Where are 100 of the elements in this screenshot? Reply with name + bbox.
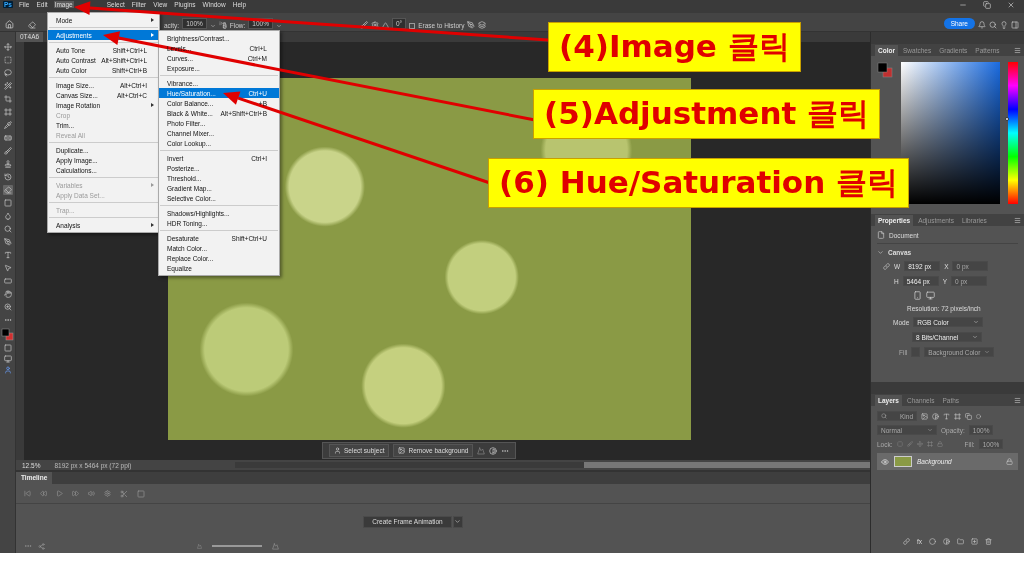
contrast-icon[interactable] xyxy=(932,412,939,420)
eyedropper-icon xyxy=(3,121,12,129)
marquee-icon xyxy=(3,56,12,64)
adjustment-icon[interactable] xyxy=(943,538,951,545)
tool-button[interactable] xyxy=(2,224,13,234)
tool-button[interactable] xyxy=(2,237,13,247)
brush-icon[interactable] xyxy=(359,21,368,29)
tool-button[interactable] xyxy=(2,94,13,104)
color-swatches-icon[interactable] xyxy=(1,328,14,341)
scrollbar[interactable] xyxy=(235,462,870,468)
frame-icon[interactable] xyxy=(954,412,961,420)
minimize-icon[interactable] xyxy=(959,1,967,9)
link-icon[interactable] xyxy=(883,262,890,270)
image-icon[interactable] xyxy=(921,412,928,420)
lasso-icon xyxy=(3,69,12,77)
eraser-icon[interactable] xyxy=(28,21,36,29)
tool-button[interactable] xyxy=(2,263,13,273)
search-icon[interactable] xyxy=(989,21,997,29)
settings-icon[interactable] xyxy=(370,21,379,29)
hue-slider[interactable] xyxy=(1008,62,1018,204)
image-icon xyxy=(398,447,406,454)
callout-label: (4)Image 클릭 xyxy=(548,22,801,72)
tool-button[interactable] xyxy=(2,107,13,117)
move-icon xyxy=(3,43,12,51)
tool-button[interactable] xyxy=(2,185,13,195)
dropdown-button[interactable] xyxy=(452,515,463,528)
tool-button[interactable] xyxy=(2,302,13,312)
previous-frame-icon[interactable] xyxy=(40,490,47,497)
zoom-icon xyxy=(3,303,12,311)
contrast-icon[interactable] xyxy=(489,446,498,455)
crop-icon xyxy=(3,95,12,103)
bell-icon[interactable] xyxy=(978,21,986,29)
new-layer-icon[interactable] xyxy=(971,538,979,545)
close-icon[interactable] xyxy=(1007,1,1015,9)
home-icon[interactable] xyxy=(5,20,14,29)
droplet-icon xyxy=(3,212,12,220)
chevron-down-icon[interactable] xyxy=(877,249,884,256)
person-icon xyxy=(334,447,341,454)
search-icon xyxy=(881,413,887,419)
eraser-icon xyxy=(3,186,12,194)
tool-button[interactable] xyxy=(2,146,13,156)
user-icon[interactable] xyxy=(3,366,12,374)
play-icon[interactable] xyxy=(56,490,63,497)
caret-icon[interactable] xyxy=(209,23,216,29)
document-icon[interactable] xyxy=(877,231,885,239)
tool-button[interactable] xyxy=(2,133,13,143)
tool-button[interactable] xyxy=(2,211,13,221)
submenu-arrow-icon xyxy=(151,18,154,22)
tool-button[interactable] xyxy=(2,42,13,52)
landscape-icon[interactable] xyxy=(926,291,935,300)
lightbulb-icon[interactable] xyxy=(1000,21,1008,29)
tool-button[interactable] xyxy=(2,55,13,65)
wand-icon xyxy=(3,82,12,90)
menu-icon[interactable] xyxy=(1014,216,1021,224)
tool-button[interactable] xyxy=(2,68,13,78)
tool-button[interactable] xyxy=(2,120,13,130)
pen-icon xyxy=(3,238,12,246)
caret-icon xyxy=(454,518,462,525)
color-picker[interactable] xyxy=(901,62,1000,204)
circle-icon[interactable] xyxy=(976,413,981,419)
scissors-icon[interactable] xyxy=(120,489,128,498)
caret-icon[interactable] xyxy=(275,23,282,29)
more-icon xyxy=(3,316,12,324)
folder-icon[interactable] xyxy=(957,538,965,545)
submenu-arrow-icon xyxy=(151,183,154,187)
tool-button[interactable] xyxy=(2,81,13,91)
caret-icon xyxy=(927,427,933,433)
lock-icon[interactable] xyxy=(936,441,943,447)
type-icon xyxy=(3,251,12,259)
link-icon[interactable] xyxy=(902,538,910,545)
mask-icon[interactable] xyxy=(929,538,937,545)
submenu-arrow-icon xyxy=(151,33,154,37)
stamp-icon xyxy=(3,160,12,168)
tool-button[interactable] xyxy=(2,172,13,182)
magnifier-icon xyxy=(3,225,12,233)
tool-button[interactable] xyxy=(2,250,13,260)
tool-button[interactable] xyxy=(2,276,13,286)
panel-icon[interactable] xyxy=(1011,21,1019,29)
menu-icon[interactable] xyxy=(1014,396,1021,404)
lock-paint-icon[interactable] xyxy=(906,441,913,447)
next-frame-icon[interactable] xyxy=(72,490,79,497)
trash-icon[interactable] xyxy=(985,538,993,545)
type-icon[interactable] xyxy=(943,412,950,420)
portrait-icon[interactable] xyxy=(913,291,922,300)
color-swatches-icon[interactable] xyxy=(877,62,893,78)
tool-button[interactable] xyxy=(2,159,13,169)
pointer-icon xyxy=(3,264,12,272)
eye-icon[interactable] xyxy=(881,457,889,466)
restore-icon[interactable] xyxy=(983,1,991,9)
slider-thumb[interactable] xyxy=(1005,116,1009,121)
first-frame-icon[interactable] xyxy=(24,490,31,497)
menu-icon[interactable] xyxy=(1014,46,1021,54)
checkbox[interactable] xyxy=(409,22,416,29)
caret-icon xyxy=(984,349,991,355)
tool-button[interactable] xyxy=(2,289,13,299)
lock-icon[interactable] xyxy=(1006,458,1013,465)
settings-icon[interactable] xyxy=(104,490,111,497)
submenu-arrow-icon xyxy=(151,103,154,107)
layer-thumbnail xyxy=(894,456,912,467)
airbrush-icon[interactable] xyxy=(218,21,227,29)
